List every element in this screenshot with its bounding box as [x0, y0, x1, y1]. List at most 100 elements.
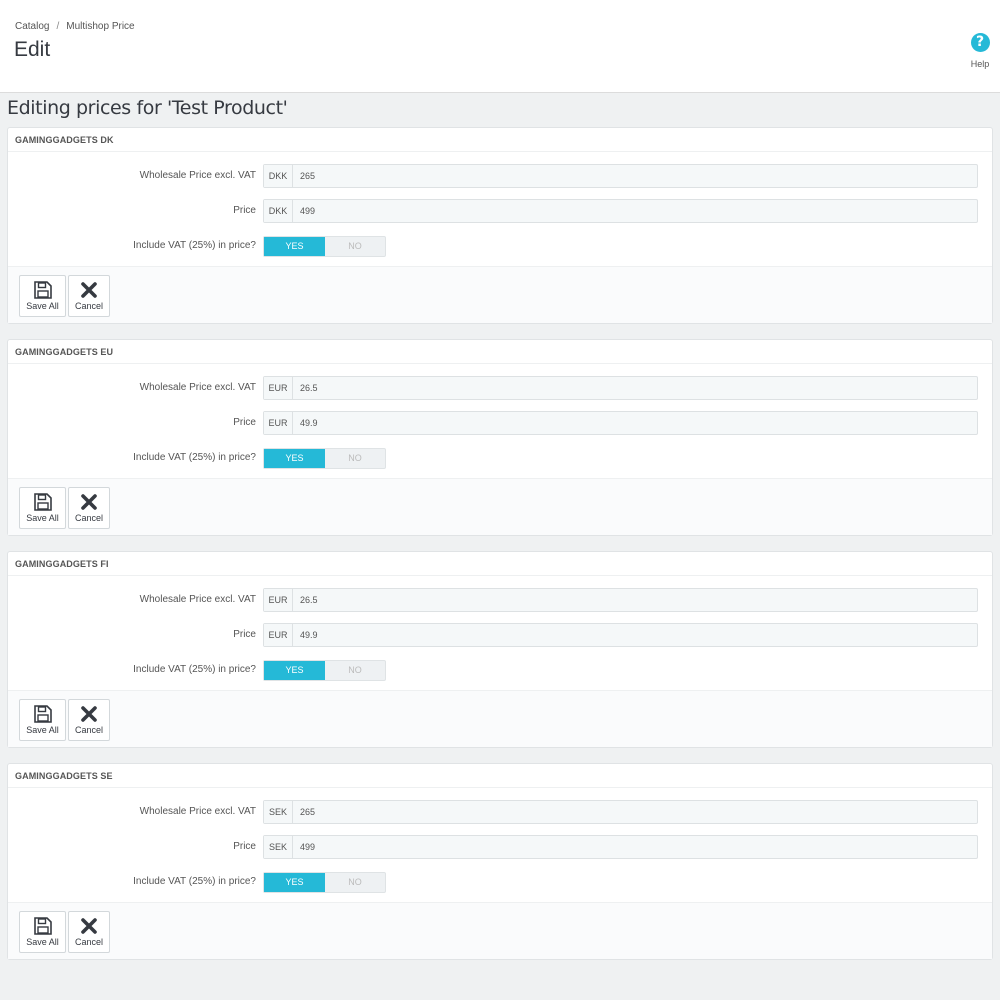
- wholesale-row: Wholesale Price excl. VAT SEK 265: [8, 800, 994, 824]
- panel-heading: GAMINGGADGETS DK: [8, 128, 992, 152]
- close-icon: [81, 282, 97, 298]
- section-title: Editing prices for 'Test Product': [7, 97, 288, 119]
- save-all-label: Save All: [26, 937, 59, 947]
- currency-addon: SEK: [264, 801, 293, 823]
- cancel-button[interactable]: Cancel: [68, 487, 110, 529]
- price-label: Price: [233, 629, 256, 640]
- floppy-disk-icon: [33, 281, 52, 299]
- currency-addon: EUR: [264, 412, 293, 434]
- price-row: Price SEK 499: [8, 835, 994, 859]
- currency-addon: EUR: [264, 589, 293, 611]
- cancel-label: Cancel: [74, 937, 103, 947]
- wholesale-input[interactable]: 265: [293, 165, 977, 187]
- breadcrumb-catalog[interactable]: Catalog: [15, 21, 49, 32]
- wholesale-row: Wholesale Price excl. VAT EUR 26.5: [8, 376, 994, 400]
- vat-label: Include VAT (25%) in price?: [133, 452, 256, 463]
- vat-toggle[interactable]: YES NO: [263, 872, 386, 893]
- price-input[interactable]: 499: [293, 200, 977, 222]
- save-all-label: Save All: [26, 513, 59, 523]
- save-all-button[interactable]: Save All: [19, 911, 66, 953]
- vat-toggle[interactable]: YES NO: [263, 236, 386, 257]
- shop-panel-eu: GAMINGGADGETS EU Wholesale Price excl. V…: [7, 339, 993, 536]
- shop-panel-se: GAMINGGADGETS SE Wholesale Price excl. V…: [7, 763, 993, 960]
- help-label: Help: [970, 59, 990, 69]
- vat-yes-option[interactable]: YES: [264, 237, 325, 256]
- wholesale-label: Wholesale Price excl. VAT: [139, 382, 256, 393]
- wholesale-row: Wholesale Price excl. VAT EUR 26.5: [8, 588, 994, 612]
- breadcrumb-multishop-price[interactable]: Multishop Price: [66, 21, 134, 32]
- vat-row: Include VAT (25%) in price? YES NO: [8, 448, 994, 472]
- save-all-label: Save All: [26, 301, 59, 311]
- wholesale-input[interactable]: 26.5: [293, 377, 977, 399]
- save-all-button[interactable]: Save All: [19, 275, 66, 317]
- vat-toggle[interactable]: YES NO: [263, 448, 386, 469]
- price-input[interactable]: 499: [293, 836, 977, 858]
- price-row: Price EUR 49.9: [8, 623, 994, 647]
- panel-footer: Save All Cancel: [8, 690, 992, 747]
- floppy-disk-icon: [33, 493, 52, 511]
- save-all-button[interactable]: Save All: [19, 487, 66, 529]
- close-icon: [81, 494, 97, 510]
- price-input-group[interactable]: SEK 499: [263, 835, 978, 859]
- price-input-group[interactable]: DKK 499: [263, 199, 978, 223]
- panel-heading: GAMINGGADGETS FI: [8, 552, 992, 576]
- price-label: Price: [233, 841, 256, 852]
- vat-no-option[interactable]: NO: [325, 449, 385, 468]
- price-row: Price EUR 49.9: [8, 411, 994, 435]
- wholesale-row: Wholesale Price excl. VAT DKK 265: [8, 164, 994, 188]
- wholesale-input-group[interactable]: EUR 26.5: [263, 376, 978, 400]
- wholesale-input[interactable]: 26.5: [293, 589, 977, 611]
- vat-no-option[interactable]: NO: [325, 661, 385, 680]
- shop-panel-fi: GAMINGGADGETS FI Wholesale Price excl. V…: [7, 551, 993, 748]
- panel-footer: Save All Cancel: [8, 902, 992, 959]
- vat-no-option[interactable]: NO: [325, 873, 385, 892]
- wholesale-input-group[interactable]: EUR 26.5: [263, 588, 978, 612]
- vat-yes-option[interactable]: YES: [264, 873, 325, 892]
- panel-footer: Save All Cancel: [8, 266, 992, 323]
- wholesale-input[interactable]: 265: [293, 801, 977, 823]
- price-input[interactable]: 49.9: [293, 412, 977, 434]
- help-button[interactable]: ? Help: [962, 33, 998, 69]
- vat-yes-option[interactable]: YES: [264, 661, 325, 680]
- vat-no-option[interactable]: NO: [325, 237, 385, 256]
- wholesale-input-group[interactable]: DKK 265: [263, 164, 978, 188]
- vat-label: Include VAT (25%) in price?: [133, 876, 256, 887]
- panel-footer: Save All Cancel: [8, 478, 992, 535]
- panel-heading: GAMINGGADGETS SE: [8, 764, 992, 788]
- help-icon: ?: [970, 33, 990, 52]
- floppy-disk-icon: [33, 705, 52, 723]
- wholesale-input-group[interactable]: SEK 265: [263, 800, 978, 824]
- wholesale-label: Wholesale Price excl. VAT: [139, 170, 256, 181]
- currency-addon: EUR: [264, 624, 293, 646]
- vat-label: Include VAT (25%) in price?: [133, 240, 256, 251]
- price-input-group[interactable]: EUR 49.9: [263, 411, 978, 435]
- vat-yes-option[interactable]: YES: [264, 449, 325, 468]
- vat-label: Include VAT (25%) in price?: [133, 664, 256, 675]
- price-input[interactable]: 49.9: [293, 624, 977, 646]
- currency-addon: SEK: [264, 836, 293, 858]
- cancel-button[interactable]: Cancel: [68, 275, 110, 317]
- wholesale-label: Wholesale Price excl. VAT: [139, 594, 256, 605]
- cancel-label: Cancel: [74, 513, 103, 523]
- vat-row: Include VAT (25%) in price? YES NO: [8, 236, 994, 260]
- cancel-button[interactable]: Cancel: [68, 699, 110, 741]
- vat-toggle[interactable]: YES NO: [263, 660, 386, 681]
- save-all-label: Save All: [26, 725, 59, 735]
- shop-panel-dk: GAMINGGADGETS DK Wholesale Price excl. V…: [7, 127, 993, 324]
- cancel-label: Cancel: [74, 725, 103, 735]
- vat-row: Include VAT (25%) in price? YES NO: [8, 660, 994, 684]
- save-all-button[interactable]: Save All: [19, 699, 66, 741]
- price-label: Price: [233, 205, 256, 216]
- vat-row: Include VAT (25%) in price? YES NO: [8, 872, 994, 896]
- panel-heading: GAMINGGADGETS EU: [8, 340, 992, 364]
- currency-addon: EUR: [264, 377, 293, 399]
- floppy-disk-icon: [33, 917, 52, 935]
- close-icon: [81, 918, 97, 934]
- currency-addon: DKK: [264, 200, 293, 222]
- currency-addon: DKK: [264, 165, 293, 187]
- cancel-button[interactable]: Cancel: [68, 911, 110, 953]
- cancel-label: Cancel: [74, 301, 103, 311]
- breadcrumb: Catalog / Multishop Price: [15, 21, 135, 32]
- price-input-group[interactable]: EUR 49.9: [263, 623, 978, 647]
- page-header: Catalog / Multishop Price Edit ? Help: [0, 0, 1000, 93]
